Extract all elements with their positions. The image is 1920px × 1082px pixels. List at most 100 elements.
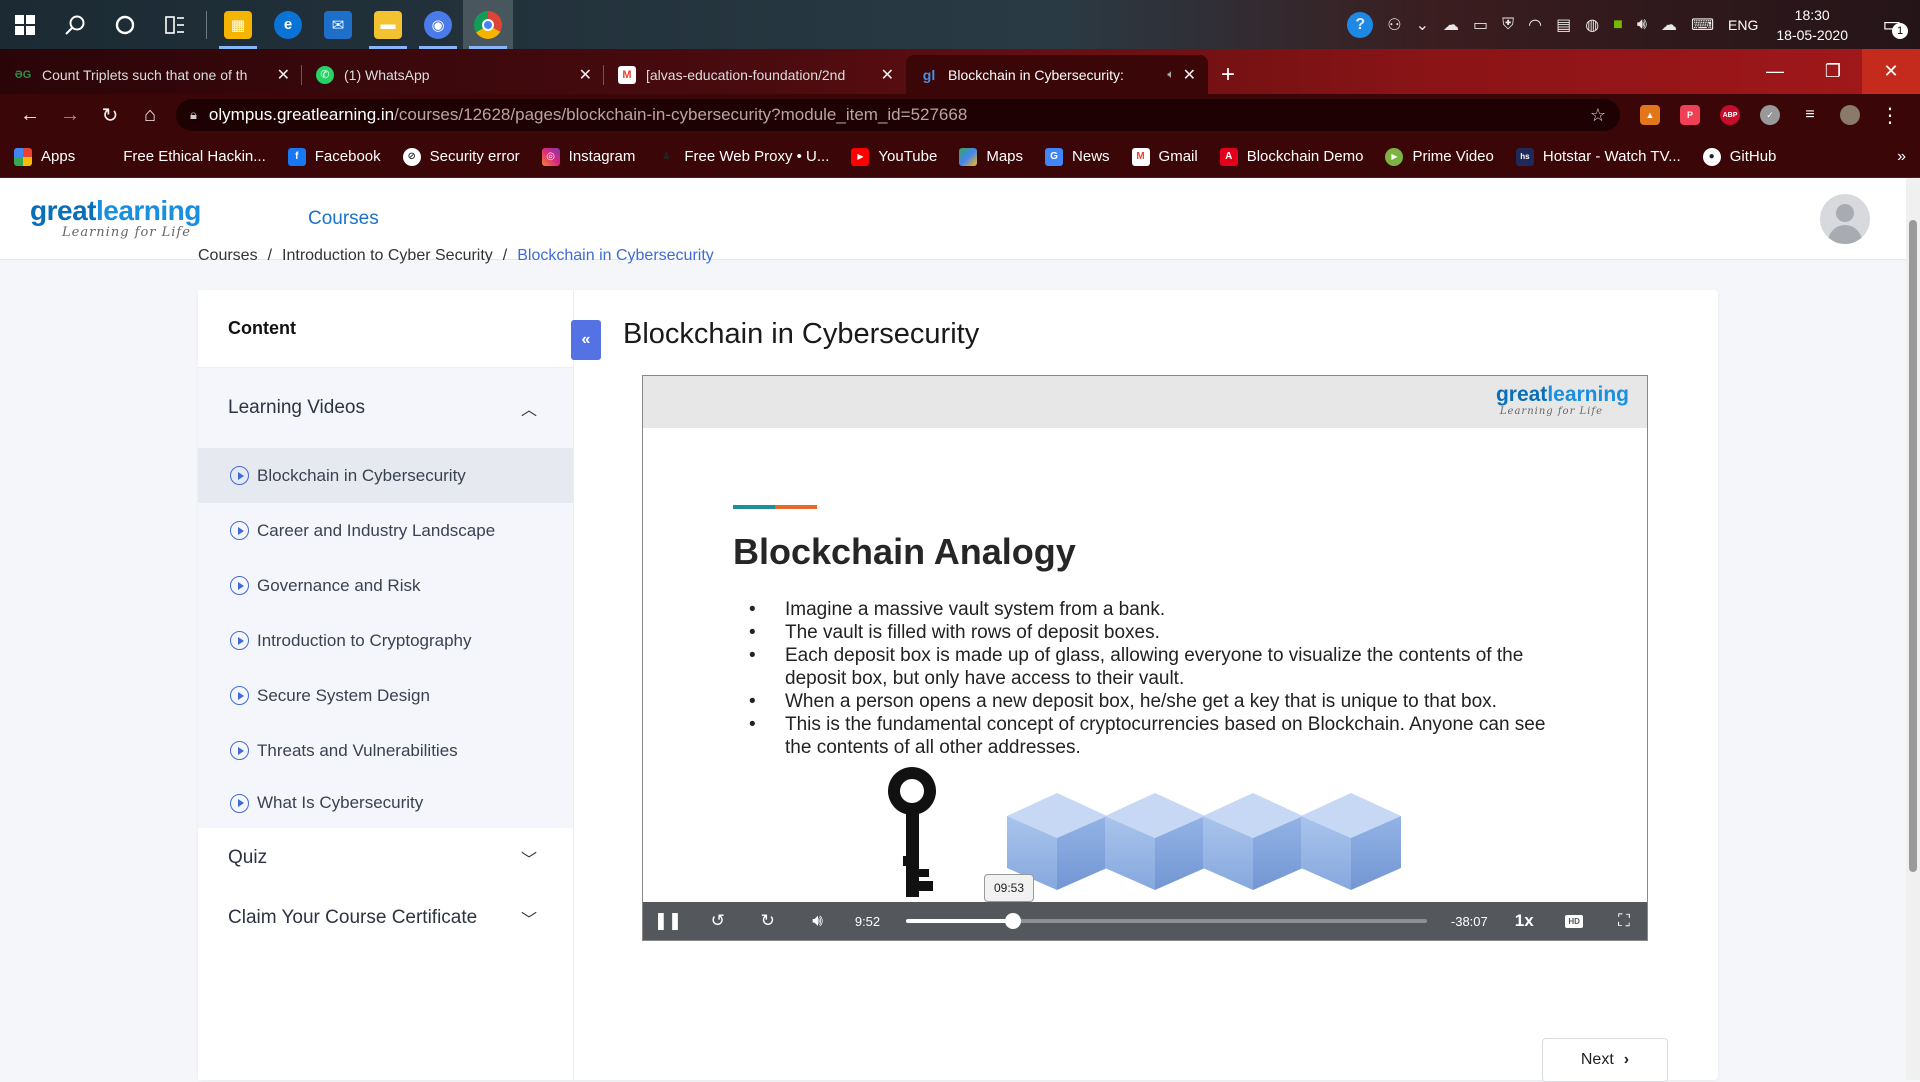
mail-icon[interactable]: ✉ bbox=[313, 0, 363, 49]
chevron-up-icon[interactable]: ︿ bbox=[521, 396, 537, 420]
bookmark-item[interactable]: Free Ethical Hackin... bbox=[123, 148, 266, 165]
task-view-icon[interactable] bbox=[150, 0, 200, 49]
sidebar-item-introduction-to-cryptography[interactable]: Introduction to Cryptography bbox=[198, 613, 573, 668]
bookmark-item[interactable]: ● GitHub bbox=[1702, 147, 1776, 166]
close-tab-icon[interactable]: ✕ bbox=[277, 65, 290, 85]
video-player[interactable]: greatlearning Learning for Life Blockcha… bbox=[642, 375, 1648, 941]
breadcrumb-link[interactable]: Courses bbox=[198, 247, 258, 264]
media-control-icon[interactable]: ≡ bbox=[1790, 97, 1830, 133]
chevron-down-icon[interactable]: ﹀ bbox=[521, 906, 537, 930]
bookmark-item[interactable]: Maps bbox=[959, 147, 1023, 166]
close-tab-icon[interactable]: ✕ bbox=[579, 65, 592, 85]
microsoft-store-icon[interactable]: ▦ bbox=[213, 0, 263, 49]
cortana-icon[interactable] bbox=[100, 0, 150, 49]
close-window-icon[interactable]: ✕ bbox=[1862, 49, 1920, 94]
chevron-down-icon[interactable]: ﹀ bbox=[521, 846, 537, 870]
bookmark-item[interactable]: A Blockchain Demo bbox=[1219, 147, 1363, 166]
home-icon[interactable]: ⌂ bbox=[130, 97, 170, 133]
quality-button[interactable]: HD bbox=[1549, 902, 1599, 940]
chrome-menu-icon[interactable]: ⋮ bbox=[1870, 97, 1910, 133]
cloud-icon[interactable]: ☁ bbox=[1443, 15, 1459, 35]
pocket-extension-icon[interactable]: P bbox=[1670, 97, 1710, 133]
bookmark-item[interactable]: G News bbox=[1045, 147, 1110, 166]
reload-icon[interactable]: ↻ bbox=[90, 97, 130, 133]
next-button[interactable]: Next › bbox=[1542, 1038, 1668, 1082]
people-icon[interactable]: ⚇ bbox=[1387, 15, 1401, 35]
wifi-icon[interactable]: ◠ bbox=[1528, 15, 1542, 35]
greatlearning-logo[interactable]: greatlearning Learning for Life bbox=[30, 197, 220, 241]
security-shield-icon[interactable]: ⛨ bbox=[1502, 16, 1514, 34]
bookmark-item[interactable]: f Facebook bbox=[287, 147, 381, 166]
lock-icon[interactable]: 🔒︎ bbox=[190, 107, 197, 123]
display-icon[interactable]: ▤ bbox=[1556, 15, 1571, 35]
sidebar-item-secure-system-design[interactable]: Secure System Design bbox=[198, 668, 573, 723]
back-icon[interactable]: ← bbox=[10, 97, 50, 133]
chrome-icon[interactable] bbox=[463, 0, 513, 49]
app-tray-icon[interactable]: ◍ bbox=[1585, 15, 1599, 35]
close-tab-icon[interactable]: ✕ bbox=[1183, 65, 1196, 85]
keyboard-icon[interactable]: ⌨ bbox=[1691, 15, 1714, 35]
volume-icon[interactable]: 🔊︎ bbox=[793, 902, 843, 940]
new-tab-icon[interactable]: + bbox=[1208, 55, 1248, 94]
sidebar-item-what-is-cybersecurity[interactable]: What Is Cybersecurity bbox=[198, 778, 573, 828]
clock[interactable]: 18:30 18-05-2020 bbox=[1776, 5, 1848, 45]
search-icon[interactable] bbox=[50, 0, 100, 49]
browser-tab-active[interactable]: gl Blockchain in Cybersecurity: 🔈︎ ✕ bbox=[906, 55, 1208, 94]
bookmark-apps[interactable]: Apps bbox=[14, 147, 75, 166]
bookmark-item[interactable]: ▶ Prime Video bbox=[1385, 147, 1494, 166]
more-bookmarks-icon[interactable]: » bbox=[1897, 148, 1906, 166]
file-explorer-icon[interactable]: ▬ bbox=[363, 0, 413, 49]
profile-avatar-icon[interactable] bbox=[1830, 97, 1870, 133]
adblock-plus-extension-icon[interactable]: ABP bbox=[1710, 97, 1750, 133]
edge-icon[interactable]: e bbox=[263, 0, 313, 49]
section-quiz[interactable]: Quiz ﹀ bbox=[198, 828, 573, 888]
seek-bar[interactable] bbox=[906, 913, 1428, 929]
close-tab-icon[interactable]: ✕ bbox=[881, 65, 894, 85]
bookmark-item[interactable]: M Gmail bbox=[1131, 147, 1198, 166]
language-indicator[interactable]: ENG bbox=[1728, 17, 1758, 33]
onedrive-icon[interactable]: ☁ bbox=[1661, 15, 1677, 35]
pause-icon[interactable]: ❚❚ bbox=[643, 902, 693, 940]
forward-icon[interactable]: ↻ bbox=[743, 902, 793, 940]
forward-icon[interactable]: → bbox=[50, 97, 90, 133]
extension-icon[interactable]: ✓ bbox=[1750, 97, 1790, 133]
chevron-up-icon[interactable]: ⌄ bbox=[1416, 15, 1429, 35]
windows-start-icon[interactable] bbox=[0, 0, 50, 49]
bookmark-star-icon[interactable]: ☆ bbox=[1590, 105, 1606, 126]
section-claim-certificate[interactable]: Claim Your Course Certificate ﹀ bbox=[198, 888, 573, 948]
bookmark-item[interactable]: hs Hotstar - Watch TV... bbox=[1515, 147, 1681, 166]
sidebar-item-career-and-industry-landscape[interactable]: Career and Industry Landscape bbox=[198, 503, 573, 558]
chrome-secondary-icon[interactable]: ◉ bbox=[413, 0, 463, 49]
volume-icon[interactable]: 🔊︎ bbox=[1637, 16, 1647, 34]
fullscreen-icon[interactable]: ⛶ bbox=[1599, 902, 1647, 940]
page-scrollbar[interactable] bbox=[1906, 178, 1920, 1080]
browser-tab[interactable]: ƏG Count Triplets such that one of th ✕ bbox=[0, 55, 302, 94]
sidebar-item-threats-and-vulnerabilities[interactable]: Threats and Vulnerabilities bbox=[198, 723, 573, 778]
browser-tab[interactable]: M [alvas-education-foundation/2nd ✕ bbox=[604, 55, 906, 94]
browser-tab[interactable]: ✆ (1) WhatsApp ✕ bbox=[302, 55, 604, 94]
minimize-icon[interactable]: — bbox=[1746, 49, 1804, 94]
tab-audio-icon[interactable]: 🔈︎ bbox=[1167, 67, 1174, 82]
help-icon[interactable]: ? bbox=[1347, 11, 1374, 38]
address-bar[interactable]: 🔒︎ olympus.greatlearning.in/courses/1262… bbox=[176, 99, 1620, 131]
bookmark-item[interactable]: ♟ Free Web Proxy • U... bbox=[657, 148, 830, 166]
notification-center-icon[interactable]: ▭ 1 bbox=[1872, 5, 1912, 45]
scrollbar-thumb[interactable] bbox=[1909, 220, 1917, 872]
bookmark-item[interactable]: ▶ YouTube bbox=[851, 147, 937, 166]
battery-icon[interactable]: ▭ bbox=[1473, 15, 1488, 35]
nav-courses-link[interactable]: Courses bbox=[308, 208, 379, 230]
breadcrumb-link[interactable]: Introduction to Cyber Security bbox=[282, 247, 493, 264]
restore-icon[interactable]: ❐ bbox=[1804, 49, 1862, 94]
seek-bar-handle[interactable] bbox=[1005, 913, 1022, 929]
playback-rate-button[interactable]: 1x bbox=[1499, 911, 1549, 931]
sidebar-item-governance-and-risk[interactable]: Governance and Risk bbox=[198, 558, 573, 613]
nvidia-icon[interactable]: ■ bbox=[1613, 16, 1623, 34]
metamask-extension-icon[interactable]: ▲ bbox=[1630, 97, 1670, 133]
sidebar-item-blockchain-in-cybersecurity[interactable]: Blockchain in Cybersecurity bbox=[198, 448, 573, 503]
section-learning-videos[interactable]: Learning Videos ︿ bbox=[198, 368, 573, 448]
bookmark-item[interactable]: ◎ Instagram bbox=[541, 147, 635, 166]
rewind-icon[interactable]: ↺ bbox=[693, 902, 743, 940]
bookmark-item[interactable]: ⊘ Security error bbox=[402, 147, 520, 166]
user-avatar[interactable] bbox=[1820, 193, 1870, 244]
collapse-sidebar-button[interactable]: « bbox=[571, 320, 601, 360]
